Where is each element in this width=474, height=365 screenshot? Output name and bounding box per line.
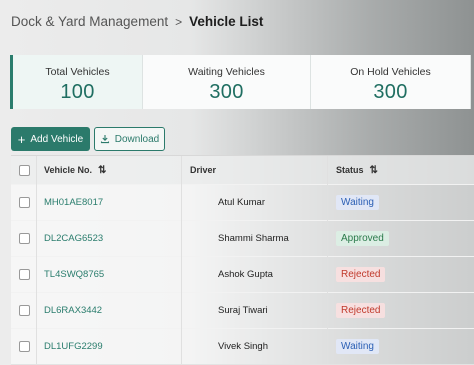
stat-label: On Hold Vehicles bbox=[350, 66, 431, 78]
download-button[interactable]: Download bbox=[94, 127, 165, 151]
table-row[interactable]: DL2CAG6523 Shammi Sharma Approved bbox=[11, 220, 474, 257]
column-header-status[interactable]: Status ⇅ bbox=[336, 165, 378, 176]
stat-value: 100 bbox=[60, 81, 95, 103]
column-header-driver: Driver bbox=[190, 165, 217, 175]
driver-name: Suraj Tiwari bbox=[218, 304, 268, 316]
stat-on-hold-vehicles[interactable]: On Hold Vehicles 300 bbox=[311, 55, 471, 109]
select-all-checkbox[interactable] bbox=[19, 164, 30, 176]
breadcrumb: Dock & Yard Management > Vehicle List bbox=[11, 14, 263, 29]
stat-total-vehicles[interactable]: Total Vehicles 100 bbox=[10, 55, 143, 109]
driver-name: Shammi Sharma bbox=[218, 232, 289, 244]
sort-icon[interactable]: ⇅ bbox=[98, 165, 106, 176]
column-header-vehicle-no[interactable]: Vehicle No. ⇅ bbox=[44, 165, 106, 176]
column-divider bbox=[327, 156, 328, 184]
driver-name: Ashok Gupta bbox=[218, 268, 273, 280]
table-row[interactable]: DL6RAX3442 Suraj Tiwari Rejected bbox=[11, 292, 474, 329]
status-badge: Waiting bbox=[336, 338, 379, 354]
breadcrumb-parent[interactable]: Dock & Yard Management bbox=[11, 14, 168, 29]
column-divider bbox=[36, 156, 37, 184]
stat-value: 300 bbox=[373, 81, 408, 103]
stat-label: Waiting Vehicles bbox=[188, 66, 265, 78]
driver-name: Atul Kumar bbox=[218, 196, 265, 208]
add-vehicle-label: Add Vehicle bbox=[30, 133, 84, 145]
status-badge: Approved bbox=[336, 230, 389, 246]
table-row[interactable]: MH01AE8017 Atul Kumar Waiting bbox=[11, 184, 474, 221]
row-checkbox[interactable] bbox=[19, 232, 30, 244]
table-header: Vehicle No. ⇅ Driver Status ⇅ bbox=[11, 156, 474, 185]
table-row[interactable]: TL4SWQ8765 Ashok Gupta Rejected bbox=[11, 256, 474, 293]
vehicle-number[interactable]: DL1UFG2299 bbox=[44, 341, 103, 352]
vehicle-number[interactable]: MH01AE8017 bbox=[44, 197, 103, 208]
stats-bar: Total Vehicles 100 Waiting Vehicles 300 … bbox=[10, 55, 474, 109]
sort-icon[interactable]: ⇅ bbox=[370, 165, 378, 176]
column-divider bbox=[181, 156, 182, 184]
vehicle-number[interactable]: TL4SWQ8765 bbox=[44, 269, 104, 280]
table-row[interactable]: DL1UFG2299 Vivek Singh Waiting bbox=[11, 328, 474, 365]
plus-icon: + bbox=[17, 131, 26, 147]
status-badge: Waiting bbox=[336, 194, 379, 210]
vehicle-table: Vehicle No. ⇅ Driver Status ⇅ MH01AE8017 A… bbox=[11, 155, 474, 365]
download-label: Download bbox=[114, 133, 160, 145]
stat-waiting-vehicles[interactable]: Waiting Vehicles 300 bbox=[143, 55, 311, 109]
row-checkbox[interactable] bbox=[19, 304, 30, 316]
download-icon bbox=[100, 135, 109, 144]
row-checkbox[interactable] bbox=[19, 268, 30, 280]
vehicle-number[interactable]: DL2CAG6523 bbox=[44, 233, 103, 244]
status-badge: Rejected bbox=[336, 266, 386, 282]
row-checkbox[interactable] bbox=[19, 340, 30, 352]
row-checkbox[interactable] bbox=[19, 196, 30, 208]
page-title: Vehicle List bbox=[189, 14, 264, 29]
status-badge: Rejected bbox=[336, 302, 386, 318]
driver-name: Vivek Singh bbox=[218, 340, 268, 352]
vehicle-number[interactable]: DL6RAX3442 bbox=[44, 305, 102, 316]
chevron-right-icon: > bbox=[175, 14, 183, 29]
stat-label: Total Vehicles bbox=[45, 66, 110, 78]
add-vehicle-button[interactable]: + Add Vehicle bbox=[11, 127, 90, 151]
stat-value: 300 bbox=[209, 81, 244, 103]
